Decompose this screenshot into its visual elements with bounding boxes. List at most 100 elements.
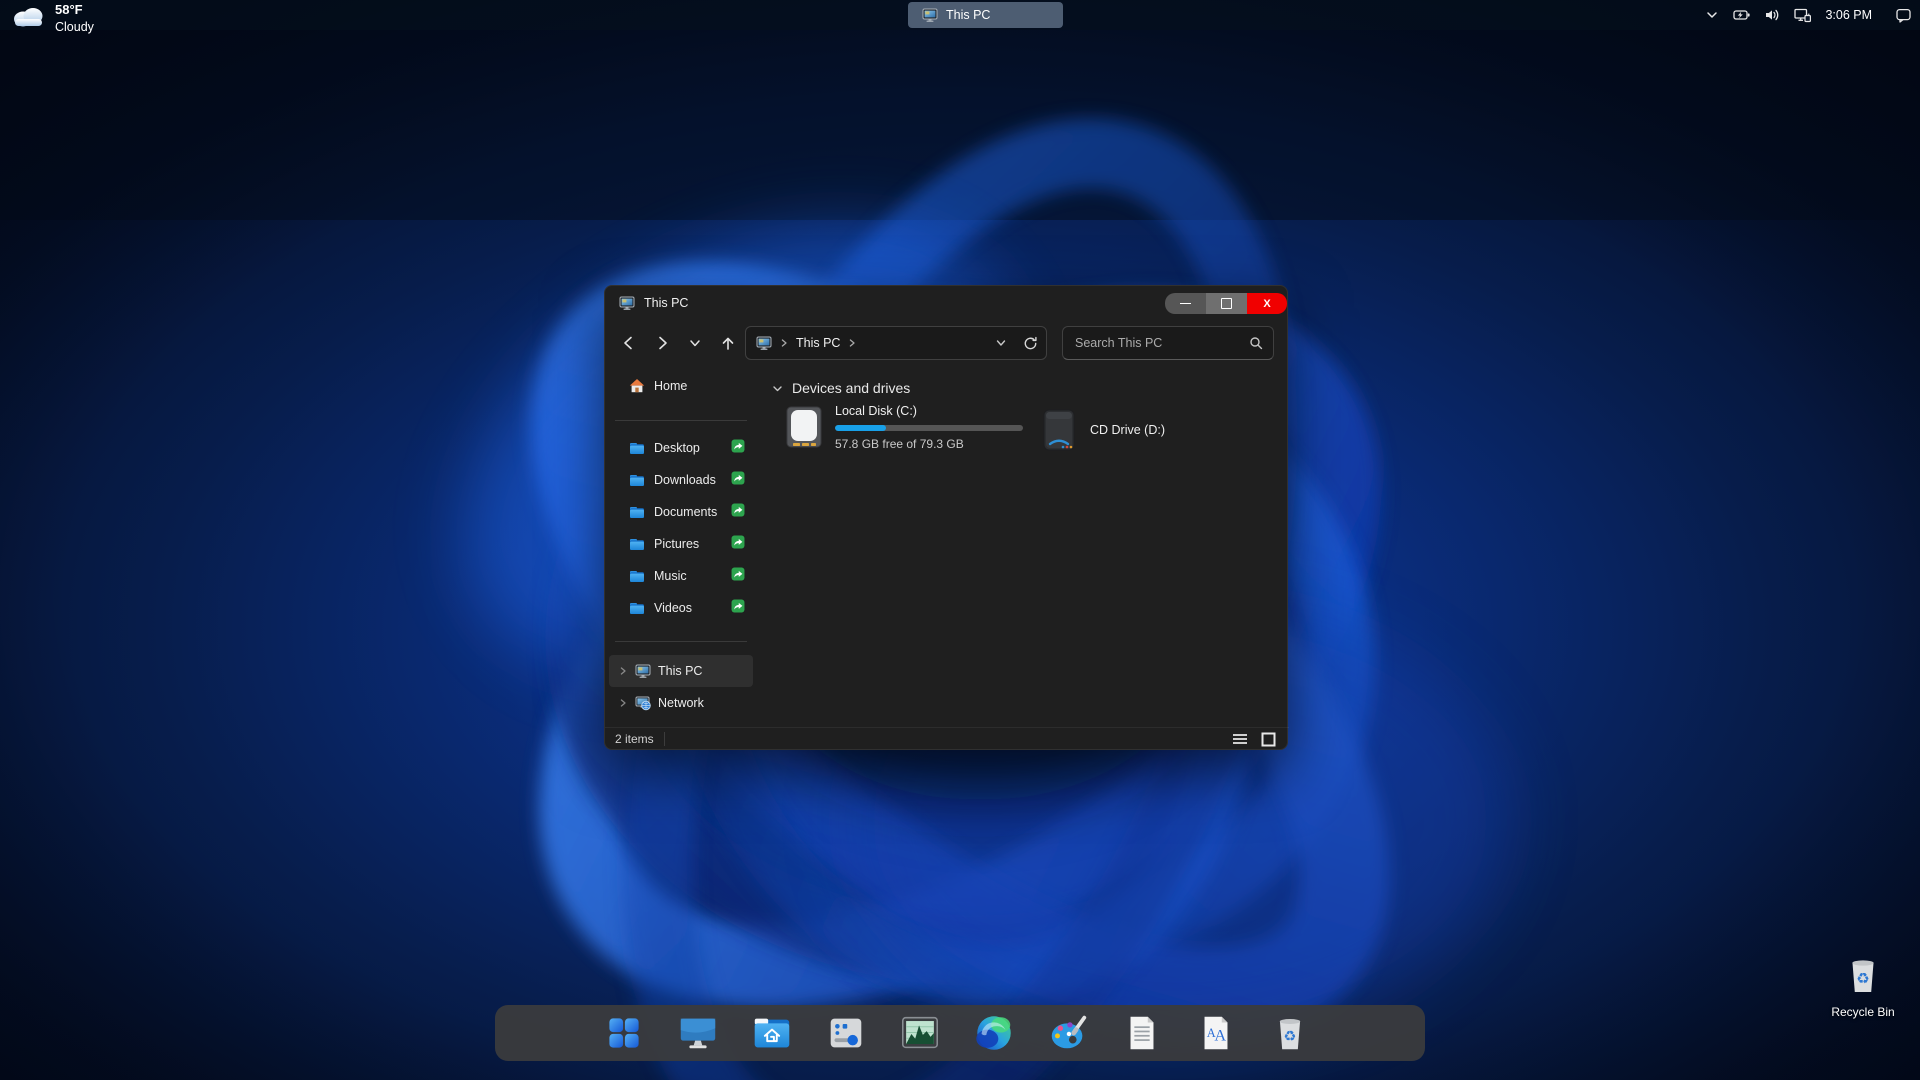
desktop-app-button[interactable]: [675, 1010, 721, 1056]
desktop-icon-recycle-bin[interactable]: Recycle Bin: [1830, 952, 1896, 1019]
drive-usage-bar: [835, 425, 1023, 431]
large-icons-view-button[interactable]: [1257, 730, 1279, 748]
shortcut-arrow-icon: [731, 535, 745, 549]
folder-icon: [629, 440, 645, 456]
dock-taskbar: A A: [495, 1005, 1425, 1061]
search-input[interactable]: [1073, 335, 1249, 351]
sidebar-item-desktop[interactable]: Desktop: [605, 432, 757, 464]
home-icon: [629, 378, 645, 394]
sidebar-item-label: Home: [654, 379, 688, 393]
address-dropdown-icon[interactable]: [994, 336, 1008, 350]
window-title: This PC: [644, 296, 689, 310]
hard-drive-icon: [786, 406, 822, 448]
item-count: 2 items: [615, 732, 665, 746]
collapse-chevron-icon[interactable]: [771, 382, 784, 395]
volume-icon[interactable]: [1764, 7, 1781, 23]
notepad-icon: [1130, 1016, 1154, 1050]
details-view-button[interactable]: [1229, 730, 1251, 748]
breadcrumb-chevron-icon: [779, 338, 789, 348]
clock[interactable]: 3:06 PM: [1825, 8, 1872, 22]
drive-name: Local Disk (C:): [835, 404, 917, 418]
drive-usage-fill: [835, 425, 886, 431]
sidebar-item-label: Documents: [654, 505, 718, 519]
drive-cd-d[interactable]: CD Drive (D:): [1036, 404, 1211, 456]
sidebar-item-label: This PC: [658, 664, 703, 678]
hidden-icons-chevron[interactable]: [1704, 7, 1720, 23]
drive-usage-detail: 57.8 GB free of 79.3 GB: [835, 437, 964, 451]
fonts-button[interactable]: A A: [1193, 1010, 1239, 1056]
file-explorer-button[interactable]: [749, 1010, 795, 1056]
address-bar[interactable]: This PC: [745, 326, 1047, 360]
sidebar-item-label: Pictures: [654, 537, 700, 551]
search-box[interactable]: [1062, 326, 1274, 360]
sidebar-item-music[interactable]: Music: [605, 560, 757, 592]
refresh-icon[interactable]: [1023, 336, 1038, 351]
sidebar-item-label: Music: [654, 569, 687, 583]
shortcut-arrow-icon: [731, 471, 745, 485]
sidebar-divider: [615, 641, 747, 642]
up-button[interactable]: [714, 329, 741, 357]
this-pc-icon: [619, 295, 635, 311]
network-computer-icon: [635, 695, 651, 711]
task-manager-button[interactable]: [897, 1010, 943, 1056]
this-pc-icon: [922, 7, 938, 23]
start-button[interactable]: [601, 1010, 647, 1056]
sidebar-item-pictures[interactable]: Pictures: [605, 528, 757, 560]
this-pc-icon: [635, 663, 651, 679]
weather-condition: Cloudy: [55, 19, 94, 34]
maximize-button[interactable]: [1206, 293, 1247, 314]
taskbar-button-this-pc[interactable]: This PC: [908, 2, 1063, 28]
sidebar-item-this-pc[interactable]: This PC: [609, 655, 753, 687]
sidebar-item-documents[interactable]: Documents: [605, 496, 757, 528]
sidebar-item-label: Videos: [654, 601, 692, 615]
sidebar-item-videos[interactable]: Videos: [605, 592, 757, 624]
status-bar: 2 items: [605, 727, 1289, 750]
close-button[interactable]: X: [1247, 293, 1287, 314]
network-icon[interactable]: [1794, 7, 1812, 24]
folder-icon: [629, 472, 645, 488]
task-manager-icon: [902, 1016, 938, 1049]
back-icon: [623, 336, 632, 350]
drive-local-disk-c[interactable]: Local Disk (C:) 57.8 GB free of 79.3 GB: [781, 404, 1026, 456]
shortcut-arrow-icon: [731, 503, 745, 517]
folder-content: Devices and drives Local Disk (C:) 57.8 …: [757, 366, 1288, 727]
sidebar-divider: [615, 420, 747, 421]
folder-icon: [629, 568, 645, 584]
paint-button[interactable]: [1045, 1010, 1091, 1056]
edge-icon: [976, 1016, 1011, 1050]
recycle-bin-icon: [1268, 1011, 1312, 1055]
breadcrumb[interactable]: This PC: [796, 336, 840, 350]
fonts-icon: A A: [1204, 1016, 1228, 1050]
edge-browser-button[interactable]: [971, 1010, 1017, 1056]
sidebar-item-downloads[interactable]: Downloads: [605, 464, 757, 496]
details-view-icon: [1233, 734, 1247, 744]
expand-chevron-icon[interactable]: [618, 666, 628, 676]
weather-widget[interactable]: 58°F Cloudy: [10, 2, 94, 34]
folder-icon: [629, 536, 645, 552]
forward-button[interactable]: [648, 329, 675, 357]
taskbar-button-label: This PC: [946, 8, 991, 22]
recycle-bin-dock-button[interactable]: [1267, 1010, 1313, 1056]
battery-charging-icon[interactable]: [1733, 7, 1751, 23]
paint-icon: [1051, 1015, 1087, 1049]
back-button[interactable]: [615, 329, 642, 357]
sidebar-item-home[interactable]: Home: [605, 372, 757, 400]
settings-icon: [830, 1018, 862, 1048]
section-header-label: Devices and drives: [792, 380, 911, 396]
recent-locations-button[interactable]: [681, 329, 708, 357]
large-icons-view-icon: [1261, 732, 1275, 746]
system-tray: 3:06 PM: [1704, 0, 1912, 30]
this-pc-icon: [756, 335, 772, 351]
cd-drive-icon: [1043, 409, 1075, 451]
up-arrow-icon: [722, 337, 733, 350]
minimize-button[interactable]: [1165, 293, 1206, 314]
expand-chevron-icon[interactable]: [618, 698, 628, 708]
sidebar-item-label: Desktop: [654, 441, 700, 455]
sidebar-item-network[interactable]: Network: [609, 687, 753, 719]
chevron-down-icon: [689, 340, 700, 347]
settings-button[interactable]: [823, 1010, 869, 1056]
notepad-button[interactable]: [1119, 1010, 1165, 1056]
notification-icon[interactable]: [1895, 7, 1912, 23]
folder-icon: [629, 600, 645, 616]
section-header-devices-and-drives[interactable]: Devices and drives: [771, 380, 910, 396]
